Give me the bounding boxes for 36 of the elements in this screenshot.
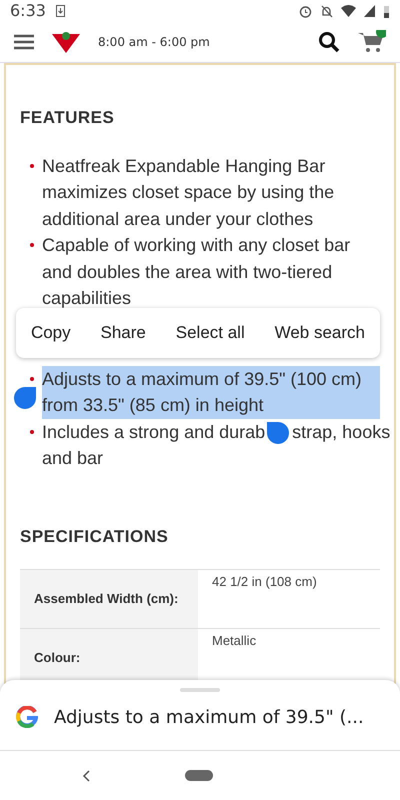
feature-text: Includes a strong and durab <box>42 422 266 442</box>
signal-icon <box>364 5 375 17</box>
menu-action[interactable]: Web search <box>270 316 370 350</box>
muted-bell-icon <box>320 4 333 18</box>
feature-text: strap, hooks <box>292 422 390 442</box>
spec-value: Metallic <box>211 632 258 650</box>
bullet-dot <box>30 376 34 380</box>
menu-action[interactable]: Share <box>96 316 150 350</box>
cart-icon[interactable] <box>358 30 386 54</box>
home-pill[interactable] <box>185 770 213 781</box>
feature-text: Capable of working with any closet bar and doubles the area with two-tiered capabilities <box>42 234 352 310</box>
feature-text: and bar <box>42 447 104 470</box>
back-icon[interactable] <box>82 770 90 782</box>
bullet-dot <box>30 430 34 434</box>
bullet-dot <box>30 243 34 247</box>
store-hours: 8:00 am - 6:00 pm <box>98 34 210 51</box>
section-heading: SPECIFICATIONS <box>20 526 170 548</box>
selection-handle[interactable] <box>267 422 290 444</box>
sheet-grip[interactable] <box>180 688 220 692</box>
spec-label: Assembled Width (cm): <box>20 570 198 628</box>
menu-action[interactable]: Copy <box>26 316 75 350</box>
spec-value: 42 1/2 in (108 cm) <box>211 573 318 591</box>
section-heading: FEATURES <box>20 107 116 129</box>
menu-action[interactable]: Select all <box>172 316 249 350</box>
bullet-dot <box>30 164 34 168</box>
status-time: 6:33 <box>10 0 46 22</box>
selection-handle[interactable] <box>14 387 36 409</box>
search-icon[interactable] <box>318 31 340 53</box>
battery-icon <box>383 4 390 18</box>
g-logo-icon[interactable] <box>16 706 38 728</box>
feature-text: Neatfreak Expandable Hanging Bar maximizes closet space by using the additional area under your clothes <box>42 154 336 231</box>
download-icon <box>56 5 65 17</box>
triangle-logo[interactable] <box>52 31 80 53</box>
wifi-icon <box>341 5 356 17</box>
alarm-icon <box>299 4 312 18</box>
menu-icon[interactable] <box>14 34 34 50</box>
